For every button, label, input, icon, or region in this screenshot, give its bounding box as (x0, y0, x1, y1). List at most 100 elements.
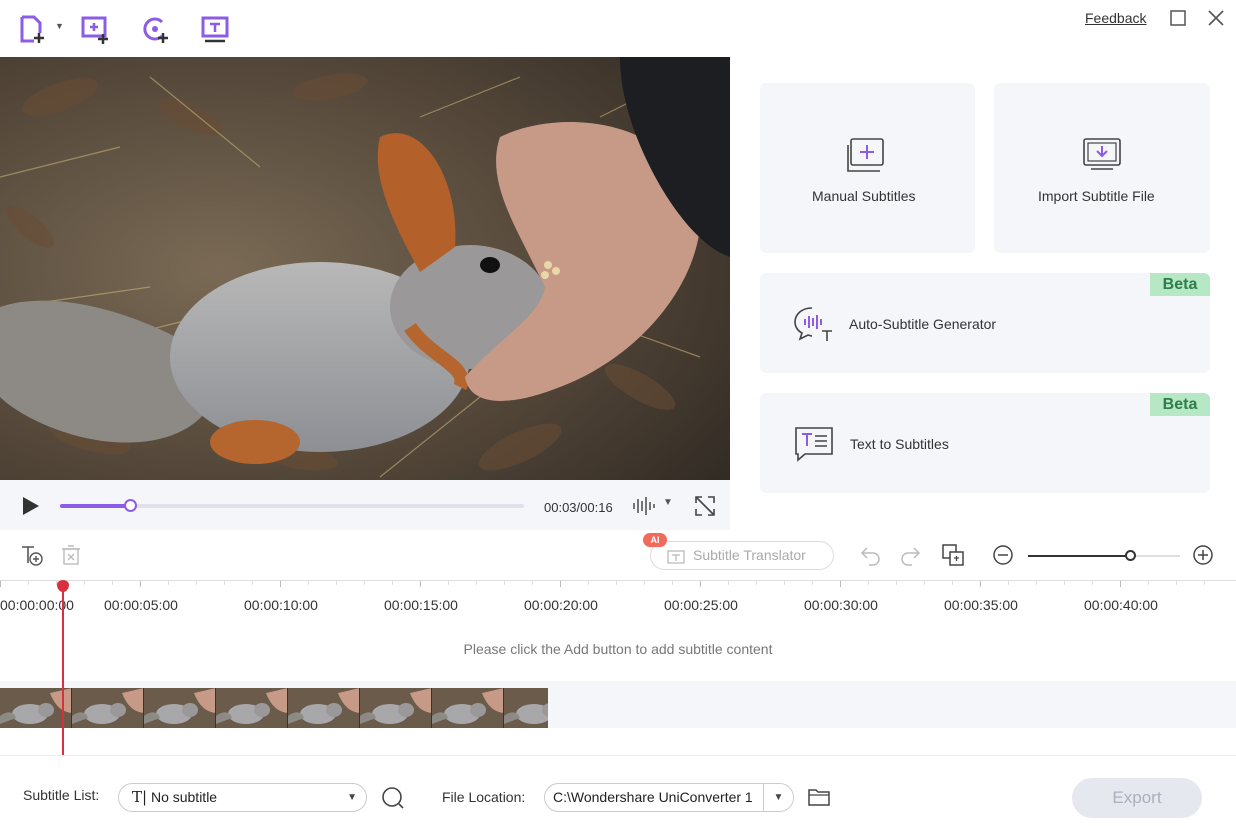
beta-badge: Beta (1150, 273, 1210, 296)
ruler-minor-tick (728, 581, 729, 585)
player-controls: 00:03/00:16 ▼ (0, 480, 730, 530)
video-thumbnail (216, 688, 288, 728)
ruler-tick (1120, 581, 1121, 587)
ruler-minor-tick (252, 581, 253, 585)
ruler-minor-tick (224, 581, 225, 585)
audio-dropdown-icon[interactable]: ▼ (663, 497, 673, 508)
ruler-tick (840, 581, 841, 587)
zoom-in-icon[interactable] (1192, 544, 1214, 566)
delete-subtitle-icon[interactable] (60, 543, 82, 567)
ruler-minor-tick (1064, 581, 1065, 585)
video-thumbnail (144, 688, 216, 728)
export-button[interactable]: Export (1072, 778, 1202, 818)
ruler-minor-tick (336, 581, 337, 585)
maximize-icon[interactable] (1166, 6, 1190, 30)
ruler-tick-label: 00:00:35:00 (944, 597, 1018, 613)
ruler-minor-tick (812, 581, 813, 585)
manual-subtitles-card[interactable]: Manual Subtitles (760, 83, 975, 253)
ruler-minor-tick (392, 581, 393, 585)
refresh-add-icon[interactable] (138, 12, 172, 46)
video-thumbnail-strip[interactable] (0, 688, 548, 728)
top-toolbar: ▼ Feedback (0, 0, 1236, 57)
timeline-ruler[interactable]: 00:00:00:00 00:00:05:00 00:00:10:00 00:00:1… (0, 580, 1236, 620)
video-thumbnail (432, 688, 504, 728)
add-subtitle-icon[interactable] (20, 543, 44, 567)
ruler-minor-tick (924, 581, 925, 585)
ruler-tick-label: 00:00:20:00 (524, 597, 598, 613)
subtitle-list-value: No subtitle (150, 789, 218, 805)
split-screen-icon[interactable] (941, 543, 965, 567)
manual-subtitles-icon (846, 137, 888, 178)
ruler-tick (140, 581, 141, 587)
feedback-link[interactable]: Feedback (1085, 10, 1146, 26)
close-icon[interactable] (1204, 6, 1228, 30)
ruler-minor-tick (952, 581, 953, 585)
subtitle-list-select[interactable]: T| No subtitle ▼ (118, 783, 367, 812)
time-display: 00:03/00:16 (544, 500, 613, 515)
text-to-subtitles-icon (793, 425, 835, 468)
video-thumbnail (504, 688, 548, 728)
ruler-tick (980, 581, 981, 587)
ruler-minor-tick (756, 581, 757, 585)
ruler-minor-tick (896, 581, 897, 585)
audio-waveform-icon[interactable] (632, 495, 656, 517)
ruler-minor-tick (196, 581, 197, 585)
ruler-minor-tick (364, 581, 365, 585)
folder-icon[interactable] (807, 786, 831, 808)
file-location-label: File Location: (442, 789, 526, 805)
translator-icon (667, 548, 685, 575)
subtitle-list-label: Subtitle List: (23, 787, 100, 803)
add-file-icon[interactable] (16, 12, 50, 46)
file-location-value: C:\Wondershare UniConverter 1 (553, 789, 753, 805)
fullscreen-icon[interactable] (694, 495, 716, 517)
subtitle-translator-button[interactable]: Subtitle Translator (650, 541, 834, 570)
playback-handle[interactable] (123, 499, 137, 512)
ruler-minor-tick (28, 581, 29, 585)
import-subtitle-icon (1081, 137, 1123, 178)
video-frame-image (0, 57, 730, 480)
playback-slider[interactable] (60, 499, 524, 512)
redo-icon[interactable] (899, 544, 921, 566)
ruler-tick (560, 581, 561, 587)
ruler-minor-tick (784, 581, 785, 585)
ruler-minor-tick (644, 581, 645, 585)
playback-progress (60, 504, 130, 508)
add-file-dropdown-icon[interactable]: ▼ (55, 20, 67, 32)
chevron-down-icon[interactable]: ▼ (763, 784, 793, 811)
file-location-select[interactable]: C:\Wondershare UniConverter 1 ▼ (544, 783, 794, 812)
ruler-tick (0, 581, 1, 587)
zoom-slider[interactable] (1028, 550, 1180, 561)
import-subtitle-card[interactable]: Import Subtitle File (994, 83, 1210, 253)
subtitle-options-panel: Manual Subtitles Import Subtitle File Be… (730, 57, 1236, 530)
video-thumbnail (360, 688, 432, 728)
ruler-minor-tick (308, 581, 309, 585)
ruler-minor-tick (588, 581, 589, 585)
undo-icon[interactable] (860, 544, 882, 566)
ruler-minor-tick (84, 581, 85, 585)
timeline-hint: Please click the Add button to add subti… (463, 641, 773, 657)
playhead-line[interactable] (62, 586, 64, 755)
zoom-out-icon[interactable] (992, 544, 1014, 566)
ruler-minor-tick (476, 581, 477, 585)
ruler-minor-tick (532, 581, 533, 585)
subtitle-toolbar: Subtitle Translator AI (0, 530, 1236, 580)
ruler-tick-label: 00:00:25:00 (664, 597, 738, 613)
subtitle-text-icon: T| (132, 788, 148, 806)
beta-badge: Beta (1150, 393, 1210, 416)
ruler-minor-tick (868, 581, 869, 585)
video-thumbnail (288, 688, 360, 728)
ruler-minor-tick (616, 581, 617, 585)
ruler-minor-tick (448, 581, 449, 585)
play-icon[interactable] (18, 494, 42, 518)
auto-subtitle-card[interactable]: Beta Auto-Subtitle Generator (760, 273, 1210, 373)
search-icon[interactable] (381, 786, 405, 810)
ruler-minor-tick (168, 581, 169, 585)
text-to-subtitles-card[interactable]: Beta Text to Subtitles (760, 393, 1210, 493)
ruler-minor-tick (1092, 581, 1093, 585)
zoom-handle[interactable] (1124, 550, 1136, 561)
import-subtitle-label: Import Subtitle File (1038, 188, 1155, 204)
auto-subtitle-label: Auto-Subtitle Generator (849, 316, 997, 332)
text-subtitle-icon[interactable] (198, 12, 232, 46)
video-thumbnail (72, 688, 144, 728)
add-media-icon[interactable] (78, 12, 112, 46)
